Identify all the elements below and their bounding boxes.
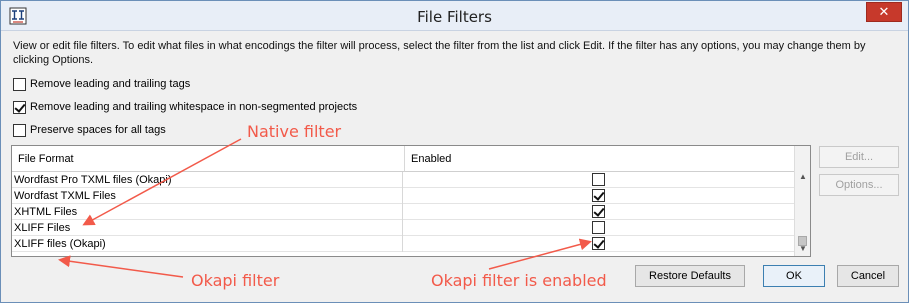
arrow-native-filter [82,138,242,226]
arrow-okapi-filter [58,255,184,278]
arrow-okapi-enabled [488,238,592,270]
annotation-arrows [58,138,592,278]
file-filters-dialog: File Filters ✕ View or edit file filters… [0,0,909,303]
